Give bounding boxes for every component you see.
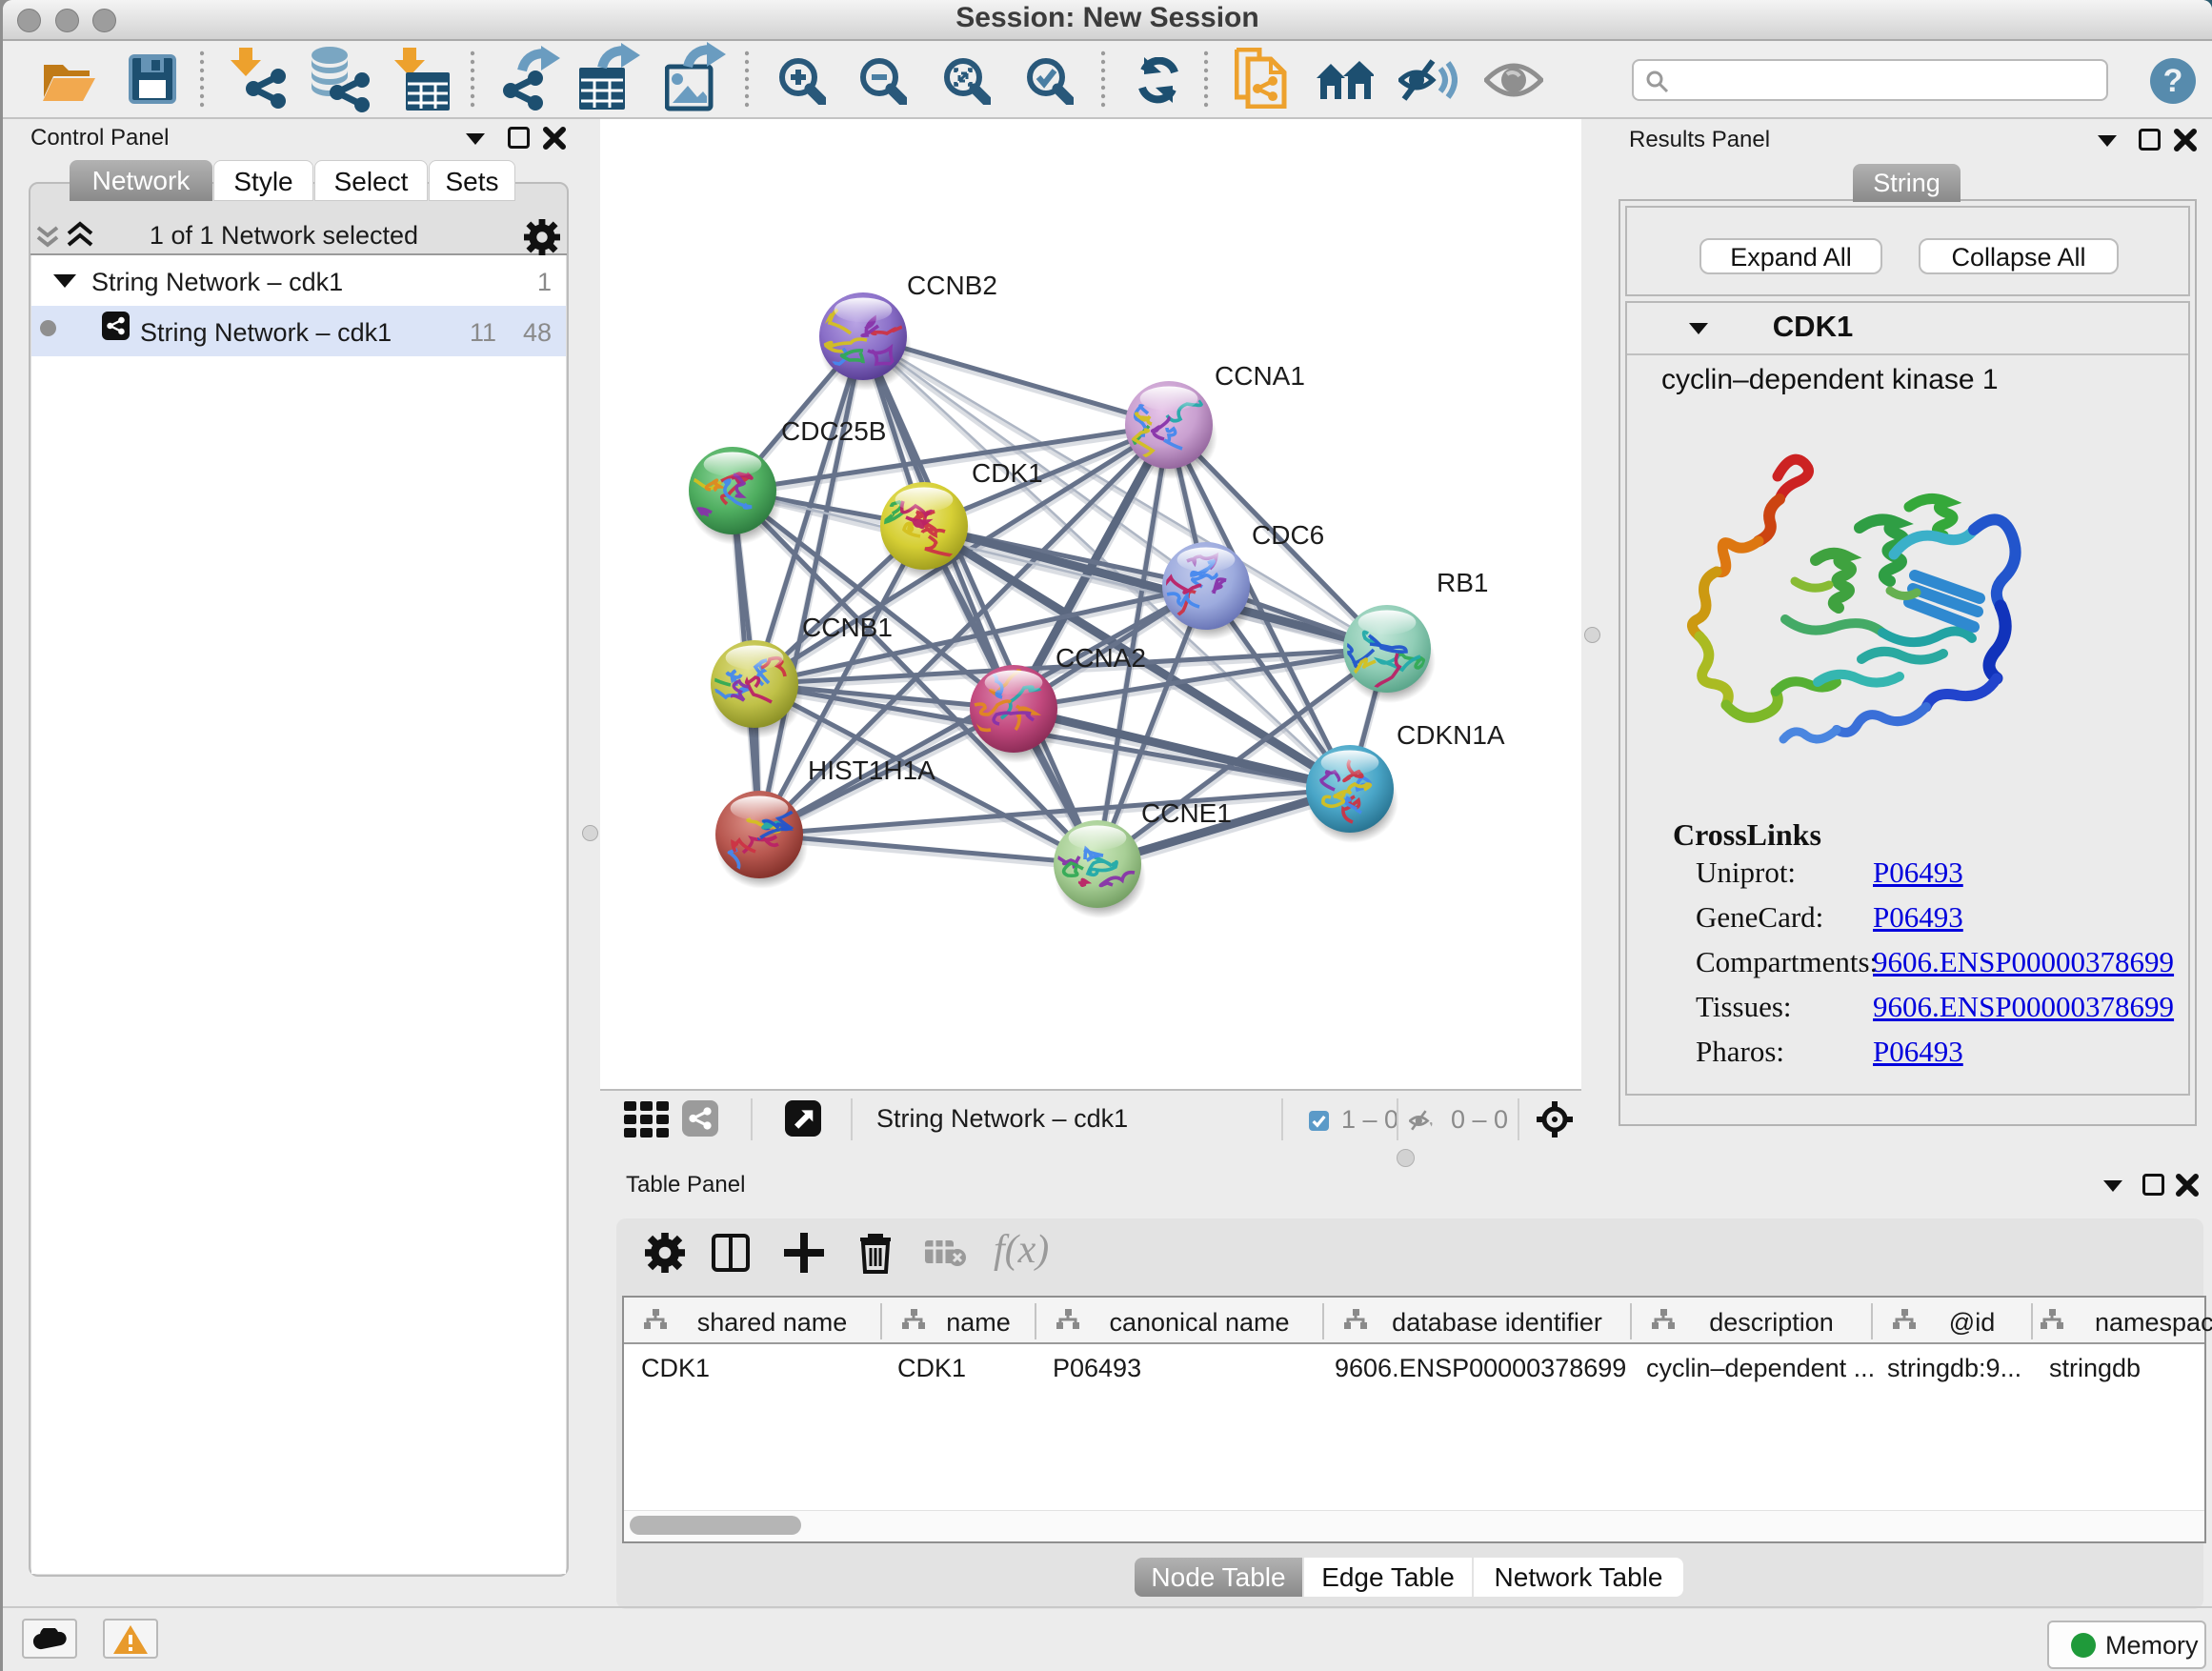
svg-text:CDC6: CDC6 [1252, 520, 1324, 550]
svg-text:CCNB2: CCNB2 [907, 271, 997, 300]
svg-text:RB1: RB1 [1437, 568, 1488, 597]
svg-text:CCNA2: CCNA2 [1056, 643, 1146, 673]
svg-text:CCNB1: CCNB1 [802, 613, 893, 642]
svg-text:CDC25B: CDC25B [781, 416, 886, 446]
svg-text:HIST1H1A: HIST1H1A [808, 755, 935, 785]
svg-text:CCNE1: CCNE1 [1141, 798, 1232, 828]
svg-text:?: ? [2163, 63, 2183, 99]
svg-text:CDKN1A: CDKN1A [1397, 720, 1505, 750]
svg-text:CCNA1: CCNA1 [1215, 361, 1305, 391]
svg-text:CDK1: CDK1 [972, 458, 1043, 488]
